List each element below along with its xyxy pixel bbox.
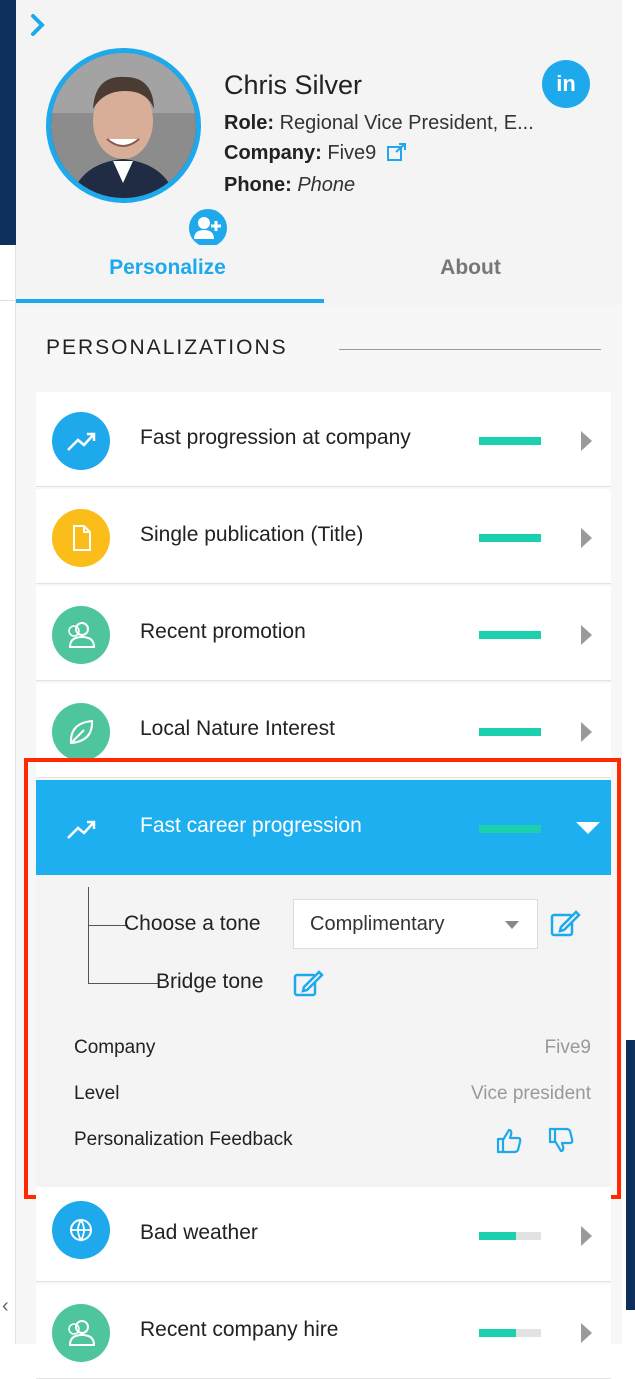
item-label: Local Nature Interest xyxy=(140,717,335,740)
item-label: Single publication (Title) xyxy=(140,523,364,546)
expand-arrow-icon[interactable] xyxy=(581,528,592,548)
chevron-right-icon[interactable] xyxy=(28,10,50,40)
role-label: Role: xyxy=(224,112,274,134)
background-app-lower xyxy=(0,245,16,1344)
expand-arrow-icon[interactable] xyxy=(581,431,592,451)
strength-bar xyxy=(479,437,541,445)
side-panel: Chris Silver in Role: Regional Vice Pres… xyxy=(16,0,622,1379)
strength-bar xyxy=(479,1329,541,1337)
background-divider xyxy=(0,300,16,301)
tab-about[interactable]: About xyxy=(319,245,622,305)
background-app-strip xyxy=(0,0,16,245)
phone-value[interactable]: Phone xyxy=(297,174,355,196)
personalization-item[interactable]: Recent promotion xyxy=(36,586,611,681)
role-line: Role: Regional Vice President, E... xyxy=(224,112,594,135)
company-label: Company: xyxy=(224,142,322,164)
people-icon xyxy=(52,606,110,664)
item-label: Recent promotion xyxy=(140,620,306,643)
item-label: Recent company hire xyxy=(140,1318,339,1341)
expand-arrow-icon[interactable] xyxy=(581,1323,592,1343)
expand-arrow-icon[interactable] xyxy=(581,625,592,645)
tab-bar: Personalize About xyxy=(16,245,622,305)
phone-line: Phone: Phone xyxy=(224,174,355,197)
strength-bar xyxy=(479,1232,541,1240)
add-user-icon xyxy=(194,217,221,239)
avatar xyxy=(46,48,230,250)
company-value: Five9 xyxy=(327,142,377,164)
highlight-annotation xyxy=(24,758,621,1199)
profile-header: Chris Silver in Role: Regional Vice Pres… xyxy=(16,0,622,250)
background-right-dark xyxy=(626,1040,635,1310)
leaf-icon xyxy=(52,703,110,761)
personalization-item[interactable]: Fast progression at company xyxy=(36,392,611,487)
personalization-item[interactable]: Single publication (Title) xyxy=(36,489,611,584)
strength-bar xyxy=(479,534,541,542)
item-label: Bad weather xyxy=(140,1221,258,1244)
document-icon xyxy=(52,509,110,567)
section-title: PERSONALIZATIONS xyxy=(46,336,288,359)
role-value: Regional Vice President, E... xyxy=(279,112,534,134)
item-label: Fast progression at company xyxy=(140,426,411,449)
expand-arrow-icon[interactable] xyxy=(581,1226,592,1246)
tab-personalize[interactable]: Personalize xyxy=(16,245,319,305)
strength-bar xyxy=(479,728,541,736)
company-line: Company: Five9 xyxy=(224,142,408,165)
personalization-item[interactable]: Recent company hire xyxy=(36,1284,611,1379)
active-tab-indicator xyxy=(16,299,324,303)
personalization-item[interactable]: Bad weather xyxy=(36,1187,611,1282)
phone-label: Phone: xyxy=(224,174,292,196)
external-link-icon[interactable] xyxy=(386,142,408,162)
globe-icon xyxy=(52,1201,110,1259)
contact-name: Chris Silver xyxy=(224,70,363,100)
strength-bar xyxy=(479,631,541,639)
trending-up-icon xyxy=(52,412,110,470)
linkedin-icon[interactable]: in xyxy=(542,60,590,108)
people-icon xyxy=(52,1304,110,1362)
avatar-photo xyxy=(46,48,201,203)
chevron-left-icon[interactable]: ‹ xyxy=(2,1296,14,1316)
section-divider xyxy=(339,349,601,350)
add-contact-button[interactable] xyxy=(186,206,230,250)
expand-arrow-icon[interactable] xyxy=(581,722,592,742)
